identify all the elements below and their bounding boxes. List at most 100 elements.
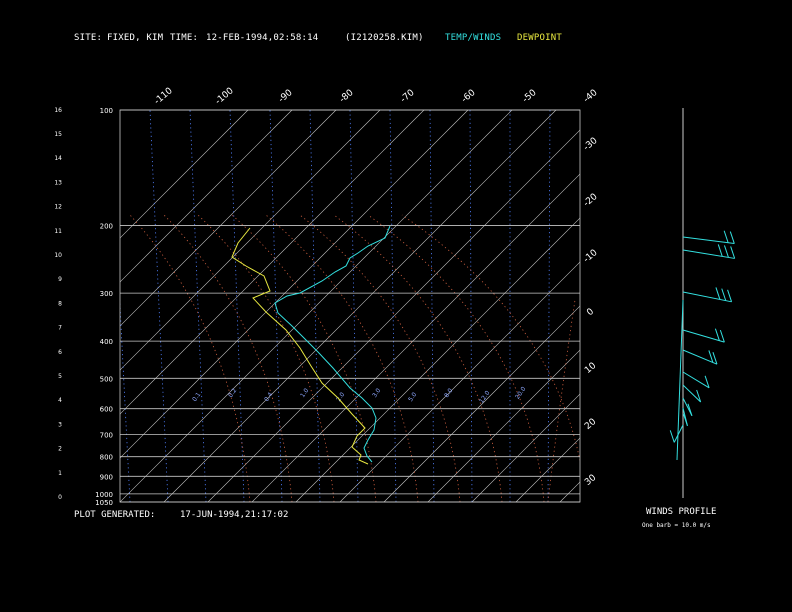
winds-profile-title: WINDS PROFILE xyxy=(646,507,717,517)
height-tick-label: 9 xyxy=(58,276,62,283)
dry-adiabat-curve xyxy=(367,214,545,502)
mixing-ratio-label: 12.0 xyxy=(478,390,492,405)
isotherm-line xyxy=(120,110,513,502)
mixing-ratio-line xyxy=(149,110,169,502)
height-tick-label: 13 xyxy=(54,179,62,186)
wind-barb-feather xyxy=(714,328,720,341)
pressure-tick-label: 900 xyxy=(100,473,113,481)
height-tick-label: 6 xyxy=(58,349,62,356)
top-temperature-label: -70 xyxy=(399,88,417,105)
isotherm-line xyxy=(120,110,337,327)
isotherm-line xyxy=(692,102,792,502)
right-temperature-label: 30 xyxy=(583,473,598,488)
wind-barb-feather xyxy=(717,244,723,257)
wind-barb-feather xyxy=(727,289,733,302)
height-tick-label: 14 xyxy=(54,155,62,162)
wind-barb-feather xyxy=(719,329,725,343)
right-temperature-label: -30 xyxy=(582,136,600,153)
plot-generated-label: PLOT GENERATED: xyxy=(74,510,156,520)
top-temperature-label: -90 xyxy=(277,88,295,105)
height-tick-label: 3 xyxy=(58,421,62,428)
wind-barb-feather xyxy=(715,287,721,300)
height-tick-label: 15 xyxy=(54,131,62,138)
top-temperature-label: -100 xyxy=(214,86,236,107)
dry-adiabat-curve xyxy=(401,214,580,464)
isotherm-line xyxy=(780,102,792,502)
isotherm-line xyxy=(163,110,557,502)
height-tick-label: 7 xyxy=(58,325,62,332)
wind-barb-feather xyxy=(682,413,688,426)
isotherm-line xyxy=(251,173,580,502)
isotherm-line xyxy=(559,481,580,502)
isotherm-line xyxy=(295,217,580,502)
mixing-ratio-label: 0.2 xyxy=(227,387,238,399)
moist-adiabat-curve xyxy=(547,299,576,502)
right-temperature-label: 10 xyxy=(583,361,598,376)
pressure-tick-label: 1050 xyxy=(95,499,113,507)
isotherm-line xyxy=(648,102,792,502)
height-tick-label: 8 xyxy=(58,300,62,307)
right-temperature-label: -20 xyxy=(582,192,600,209)
top-temperature-label: -50 xyxy=(521,88,539,105)
wind-barb-shaft xyxy=(682,371,710,389)
isotherm-line xyxy=(471,393,580,502)
height-tick-label: 0 xyxy=(58,494,62,501)
mixing-ratio-label: 3.0 xyxy=(371,387,382,399)
isotherm-line xyxy=(339,261,580,502)
isotherm-line xyxy=(515,437,580,502)
top-temperature-label: -40 xyxy=(582,88,600,105)
top-temperature-label: -60 xyxy=(460,88,478,105)
wind-barb-shaft xyxy=(682,349,718,365)
isotherm-line xyxy=(383,305,580,502)
wind-barb-feather xyxy=(669,430,675,443)
mixing-ratio-label: 20.0 xyxy=(514,386,528,401)
pressure-tick-label: 100 xyxy=(100,107,113,115)
pressure-tick-label: 700 xyxy=(100,431,113,439)
barb-scale-note: One barb = 10.0 m/s xyxy=(642,522,711,529)
wind-barb-feather xyxy=(730,246,736,259)
mixing-ratio-line xyxy=(389,110,397,502)
wind-profile-trace xyxy=(676,299,684,461)
right-temperature-label: -10 xyxy=(582,248,600,265)
top-temperature-label: -80 xyxy=(338,88,356,105)
isotherm-line xyxy=(604,102,792,502)
pressure-tick-label: 400 xyxy=(100,338,113,346)
mixing-ratio-line xyxy=(469,110,473,502)
isotherm-line xyxy=(427,349,580,502)
height-tick-label: 10 xyxy=(54,252,62,259)
skewt-chart: 1002003004005006007008009001000105001234… xyxy=(54,86,792,507)
mixing-ratio-label: 0.1 xyxy=(191,391,202,403)
mixing-ratio-label: 1.0 xyxy=(299,387,310,399)
isotherm-line xyxy=(120,110,293,283)
height-tick-label: 1 xyxy=(58,470,62,477)
pressure-tick-label: 800 xyxy=(100,454,113,462)
mixing-ratio-line xyxy=(189,110,207,502)
wind-barb-feather xyxy=(723,230,729,243)
height-tick-label: 12 xyxy=(54,204,62,211)
pressure-tick-label: 200 xyxy=(100,223,113,231)
isotherm-line xyxy=(736,102,792,502)
isotherm-line xyxy=(120,110,249,239)
height-tick-label: 4 xyxy=(58,397,62,404)
pressure-tick-label: 500 xyxy=(100,375,113,383)
dry-adiabat-curve xyxy=(231,214,377,502)
right-temperature-label: 20 xyxy=(583,417,598,432)
dry-adiabat-curve xyxy=(163,214,293,502)
pressure-tick-label: 300 xyxy=(100,290,113,298)
mixing-ratio-line xyxy=(429,110,435,502)
wind-barb-feather xyxy=(723,245,729,258)
height-tick-label: 5 xyxy=(58,373,62,380)
wind-barb-feather xyxy=(721,288,727,301)
wind-barb-feather xyxy=(729,231,735,244)
pressure-tick-label: 600 xyxy=(100,406,113,414)
mixing-ratio-label: 5.0 xyxy=(407,391,418,403)
height-tick-label: 2 xyxy=(58,446,62,453)
height-tick-label: 16 xyxy=(54,107,62,114)
mixing-ratio-line xyxy=(309,110,321,502)
plot-generated-value: 17-JUN-1994,21:17:02 xyxy=(180,510,289,520)
top-temperature-label: -110 xyxy=(153,86,175,107)
mixing-ratio-line xyxy=(547,110,551,502)
height-tick-label: 11 xyxy=(54,228,62,235)
pressure-tick-label: 1000 xyxy=(95,491,113,499)
right-temperature-label: 0 xyxy=(585,307,596,319)
